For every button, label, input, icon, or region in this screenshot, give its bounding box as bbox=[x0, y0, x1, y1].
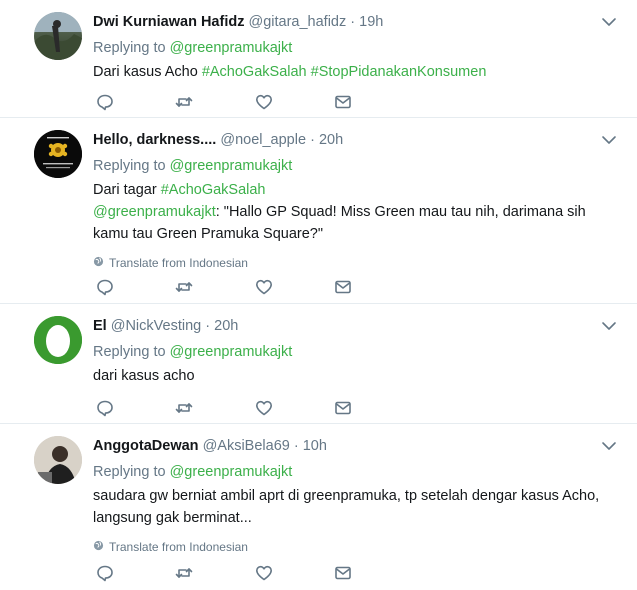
tweet-line: saudara gw berniat ambil aprt di greenpr… bbox=[93, 488, 600, 504]
tweet-content: Hello, darkness.... @noel_apple · 20h Re… bbox=[93, 130, 617, 271]
retweet-icon[interactable] bbox=[175, 278, 193, 296]
tweet-text: Dari tagar #AchoGakSalah @greenpramukajk… bbox=[93, 179, 617, 245]
tweet-line: @greenpramukajkt: "Hallo GP Squad! Miss … bbox=[93, 201, 617, 223]
tweet-header: El @NickVesting · 20h bbox=[93, 316, 617, 336]
tweet-content: El @NickVesting · 20h Replying to @green… bbox=[93, 316, 617, 387]
timestamp[interactable]: 20h bbox=[319, 132, 343, 148]
reply-icon[interactable] bbox=[96, 399, 114, 417]
user-handle[interactable]: @NickVesting bbox=[111, 318, 201, 334]
dm-icon[interactable] bbox=[334, 93, 352, 111]
tweet-line: kamu tau Green Pramuka Square?" bbox=[93, 223, 617, 245]
replying-label: Replying to bbox=[93, 40, 170, 56]
like-icon[interactable] bbox=[255, 93, 273, 111]
avatar[interactable] bbox=[34, 436, 82, 484]
display-name[interactable]: Dwi Kurniawan Hafidz bbox=[93, 14, 244, 30]
avatar-photo bbox=[34, 436, 82, 484]
reply-icon[interactable] bbox=[96, 93, 114, 111]
like-icon[interactable] bbox=[255, 399, 273, 417]
replying-handle-link[interactable]: @greenpramukajkt bbox=[170, 464, 293, 480]
timestamp[interactable]: 19h bbox=[359, 14, 383, 30]
user-handle[interactable]: @AksiBela69 bbox=[203, 438, 290, 454]
retweet-icon[interactable] bbox=[175, 564, 193, 582]
tweet-text-part: kamu tau Green Pramuka Square?" bbox=[93, 226, 324, 242]
replying-label: Replying to bbox=[93, 344, 170, 360]
display-name[interactable]: El bbox=[93, 318, 107, 334]
avatar[interactable] bbox=[34, 12, 82, 60]
retweet-icon[interactable] bbox=[175, 93, 193, 111]
like-icon[interactable] bbox=[255, 278, 273, 296]
tweet-content: AnggotaDewan @AksiBela69 · 10h Replying … bbox=[93, 436, 617, 555]
tweet-line: langsung gak berminat... bbox=[93, 510, 252, 526]
tweet-text-part: Dari tagar bbox=[93, 182, 161, 198]
tweet: Hello, darkness.... @noel_apple · 20h Re… bbox=[0, 118, 637, 304]
mention-link[interactable]: @greenpramukajkt bbox=[93, 204, 216, 220]
separator-dot: · bbox=[350, 14, 356, 30]
tweet-text: saudara gw berniat ambil aprt di greenpr… bbox=[93, 485, 617, 529]
replying-to: Replying to @greenpramukajkt bbox=[93, 38, 617, 58]
user-handle[interactable]: @gitara_hafidz bbox=[249, 14, 347, 30]
globe-icon bbox=[93, 255, 104, 271]
translate-link[interactable]: Translate from Indonesian bbox=[93, 539, 617, 555]
avatar-egg bbox=[34, 316, 82, 364]
reply-icon[interactable] bbox=[96, 278, 114, 296]
globe-icon bbox=[93, 539, 104, 555]
translate-label: Translate from Indonesian bbox=[109, 540, 248, 554]
tweet-line: Dari tagar #AchoGakSalah bbox=[93, 179, 617, 201]
display-name[interactable]: Hello, darkness.... bbox=[93, 132, 216, 148]
tweet-header: Hello, darkness.... @noel_apple · 20h bbox=[93, 130, 617, 150]
replying-handle-link[interactable]: @greenpramukajkt bbox=[170, 344, 293, 360]
user-handle[interactable]: @noel_apple bbox=[220, 132, 306, 148]
chevron-down-icon[interactable] bbox=[601, 14, 617, 30]
tweet: AnggotaDewan @AksiBela69 · 10h Replying … bbox=[0, 424, 637, 590]
avatar-photo bbox=[34, 12, 82, 60]
tweet: Dwi Kurniawan Hafidz @gitara_hafidz · 19… bbox=[0, 0, 637, 118]
hashtag-link[interactable]: #AchoGakSalah bbox=[202, 64, 307, 80]
hashtag-link[interactable]: #AchoGakSalah bbox=[161, 182, 266, 198]
dm-icon[interactable] bbox=[334, 278, 352, 296]
avatar[interactable] bbox=[34, 316, 82, 364]
separator-dot: · bbox=[293, 438, 299, 454]
replying-label: Replying to bbox=[93, 158, 170, 174]
replying-handle-link[interactable]: @greenpramukajkt bbox=[170, 40, 293, 56]
tweet: El @NickVesting · 20h Replying to @green… bbox=[0, 304, 637, 424]
avatar[interactable] bbox=[34, 130, 82, 178]
tweet-header: AnggotaDewan @AksiBela69 · 10h bbox=[93, 436, 617, 456]
tweet-content: Dwi Kurniawan Hafidz @gitara_hafidz · 19… bbox=[93, 12, 617, 83]
hashtag-link[interactable]: #StopPidanakanKonsumen bbox=[311, 64, 487, 80]
translate-label: Translate from Indonesian bbox=[109, 256, 248, 270]
dm-icon[interactable] bbox=[334, 564, 352, 582]
replying-to: Replying to @greenpramukajkt bbox=[93, 462, 617, 482]
separator-dot: · bbox=[205, 318, 211, 334]
replying-to: Replying to @greenpramukajkt bbox=[93, 342, 617, 362]
like-icon[interactable] bbox=[255, 564, 273, 582]
tweet-text-part: : "Hallo GP Squad! Miss Green mau tau ni… bbox=[215, 204, 586, 220]
avatar-logo bbox=[34, 130, 82, 178]
replying-to: Replying to @greenpramukajkt bbox=[93, 156, 617, 176]
dm-icon[interactable] bbox=[334, 399, 352, 417]
replying-label: Replying to bbox=[93, 464, 170, 480]
tweet-text-part: Dari kasus Acho bbox=[93, 64, 202, 80]
display-name[interactable]: AnggotaDewan bbox=[93, 438, 199, 454]
retweet-icon[interactable] bbox=[175, 399, 193, 417]
tweet-header: Dwi Kurniawan Hafidz @gitara_hafidz · 19… bbox=[93, 12, 617, 32]
chevron-down-icon[interactable] bbox=[601, 132, 617, 148]
timestamp[interactable]: 20h bbox=[214, 318, 238, 334]
chevron-down-icon[interactable] bbox=[601, 438, 617, 454]
reply-icon[interactable] bbox=[96, 564, 114, 582]
tweet-text: Dari kasus Acho #AchoGakSalah #StopPidan… bbox=[93, 61, 617, 83]
separator-dot: · bbox=[310, 132, 315, 148]
replying-handle-link[interactable]: @greenpramukajkt bbox=[170, 158, 293, 174]
translate-link[interactable]: Translate from Indonesian bbox=[93, 255, 617, 271]
tweet-text: dari kasus acho bbox=[93, 368, 195, 384]
timestamp[interactable]: 10h bbox=[303, 438, 327, 454]
chevron-down-icon[interactable] bbox=[601, 318, 617, 334]
